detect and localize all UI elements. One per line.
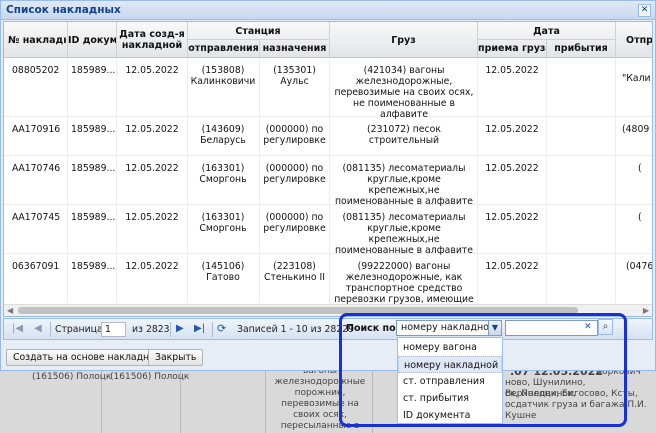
- header-divider: [477, 22, 478, 58]
- header-divider: [477, 39, 615, 40]
- cell-date-receive: 12.05.2022: [485, 124, 539, 135]
- scroll-right-icon[interactable]: ▶: [643, 306, 649, 315]
- cell-station-from: (163301) Сморгонь: [199, 163, 247, 185]
- header-divider: [329, 22, 330, 58]
- cell-cargo: (99222000) вагоны железнодорожные, как т…: [334, 261, 474, 305]
- cell-id: 185989...: [71, 163, 115, 174]
- cell-station-from: (145106) Гатово: [201, 261, 245, 283]
- header-date-receive[interactable]: приема груза: [478, 43, 546, 54]
- page-count: из 2823: [132, 324, 170, 335]
- header-date-group: Дата: [533, 26, 560, 37]
- cell-number: АА170745: [12, 212, 61, 223]
- bg-station-to: (161506) Полоцк: [110, 372, 190, 382]
- cell-station-from: (163301) Сморгонь: [199, 212, 247, 234]
- header-sender[interactable]: Отпр: [626, 35, 652, 46]
- cell-id: 185989...: [71, 261, 115, 272]
- header-station-to[interactable]: назначения: [260, 43, 329, 54]
- cell-number: АА170746: [12, 163, 61, 174]
- cell-id: 185989...: [71, 124, 115, 135]
- refresh-icon[interactable]: ⟳: [217, 322, 226, 335]
- table-row[interactable]: 08805202 185989... 12.05.2022 (153808) К…: [4, 59, 652, 120]
- cell-station-from: (153808) Калинковичи: [190, 65, 256, 87]
- header-id[interactable]: ID докум: [68, 35, 116, 46]
- header-station: Станция: [235, 26, 281, 37]
- cell-station-to: (000000) по регулировке: [263, 163, 326, 185]
- prev-page-icon[interactable]: ◀: [34, 323, 42, 334]
- header-date-arrival[interactable]: прибытия: [547, 43, 615, 54]
- bg-station-from: (161506) Полоцк: [32, 372, 112, 382]
- window-title: Список накладных: [6, 4, 121, 16]
- cell-sender: "Кали: [622, 73, 651, 84]
- scroll-left-icon[interactable]: ◀: [7, 306, 13, 315]
- cell-date-receive: 12.05.2022: [485, 65, 539, 76]
- cell-cargo: (081135) лесоматериалы круглые,кроме кре…: [334, 212, 474, 256]
- header-divider: [546, 39, 547, 58]
- first-page-icon[interactable]: |◀: [12, 323, 23, 334]
- create-from-invoice-button[interactable]: Создать на основе накладной: [6, 349, 168, 366]
- records-info: Записей 1 - 10 из 28229: [237, 324, 355, 335]
- table-row[interactable]: АА170745 185989... 12.05.2022 (163301) С…: [4, 206, 652, 256]
- cell-number: 08805202: [12, 65, 60, 76]
- cell-date: 12.05.2022: [125, 65, 179, 76]
- cell-cargo: (081135) лесоматериалы круглые,кроме кре…: [334, 163, 474, 207]
- cell-station-to: (000000) по регулировке: [263, 124, 326, 146]
- cell-date: 12.05.2022: [125, 212, 179, 223]
- cell-cargo: (231072) песок строительный: [367, 124, 441, 146]
- cell-station-to: (223108) Стенькино II: [263, 261, 326, 283]
- close-icon[interactable]: ✕: [638, 4, 651, 17]
- cell-date: 12.05.2022: [125, 124, 179, 135]
- window-titlebar[interactable]: Список накладных ✕: [1, 1, 655, 20]
- cell-id: 185989...: [71, 65, 115, 76]
- header-divider: [187, 39, 329, 40]
- cell-id: 185989...: [71, 212, 115, 223]
- header-station-from[interactable]: отправления: [188, 43, 259, 54]
- last-page-icon[interactable]: ▶|: [194, 323, 205, 334]
- cell-date-receive: 12.05.2022: [485, 212, 539, 223]
- cell-date-receive: 12.05.2022: [485, 163, 539, 174]
- toolbar-separator: [170, 322, 171, 337]
- header-divider: [259, 39, 260, 58]
- cell-date: 12.05.2022: [125, 261, 179, 272]
- cell-sender: (: [638, 212, 642, 223]
- toolbar-separator: [212, 322, 213, 337]
- header-divider: [187, 22, 188, 58]
- cell-number: 06367091: [12, 261, 60, 272]
- cell-station-to: (000000) по регулировке: [263, 212, 326, 234]
- cell-station-to: (135301) Аульс: [273, 65, 316, 87]
- header-date-line1[interactable]: Дата созд-я: [117, 29, 187, 40]
- invoice-grid: № накладно ID докум Дата созд-я накладно…: [3, 21, 653, 317]
- cell-sender: (4809: [622, 124, 650, 135]
- page-number-input[interactable]: 1: [101, 322, 126, 337]
- cell-sender: (0476: [626, 261, 653, 272]
- page-label: Страница: [55, 324, 103, 335]
- table-row[interactable]: АА170916 185989... 12.05.2022 (143609) Б…: [4, 118, 652, 156]
- header-cargo[interactable]: Груз: [330, 35, 477, 46]
- grid-header: № накладно ID докум Дата созд-я накладно…: [4, 22, 652, 58]
- cell-date-receive: 12.05.2022: [485, 261, 539, 272]
- bg-divider: [265, 368, 266, 433]
- cell-date: 12.05.2022: [125, 163, 179, 174]
- cell-station-from: (143609) Беларусь: [200, 124, 246, 146]
- header-number[interactable]: № накладно: [8, 35, 66, 46]
- header-divider: [615, 22, 616, 58]
- header-date-line2: накладной: [121, 40, 183, 51]
- cell-number: АА170916: [12, 124, 61, 135]
- close-button[interactable]: Закрыть: [148, 349, 204, 366]
- table-row[interactable]: АА170746 185989... 12.05.2022 (163301) С…: [4, 157, 652, 207]
- search-highlight-frame: [339, 313, 627, 427]
- next-page-icon[interactable]: ▶: [176, 323, 184, 334]
- cell-cargo: (421034) вагоны железнодорожные, перевоз…: [334, 65, 474, 120]
- cell-sender: (: [638, 163, 642, 174]
- toolbar-separator: [50, 322, 51, 337]
- header-divider: [67, 22, 68, 58]
- header-divider: [116, 22, 117, 58]
